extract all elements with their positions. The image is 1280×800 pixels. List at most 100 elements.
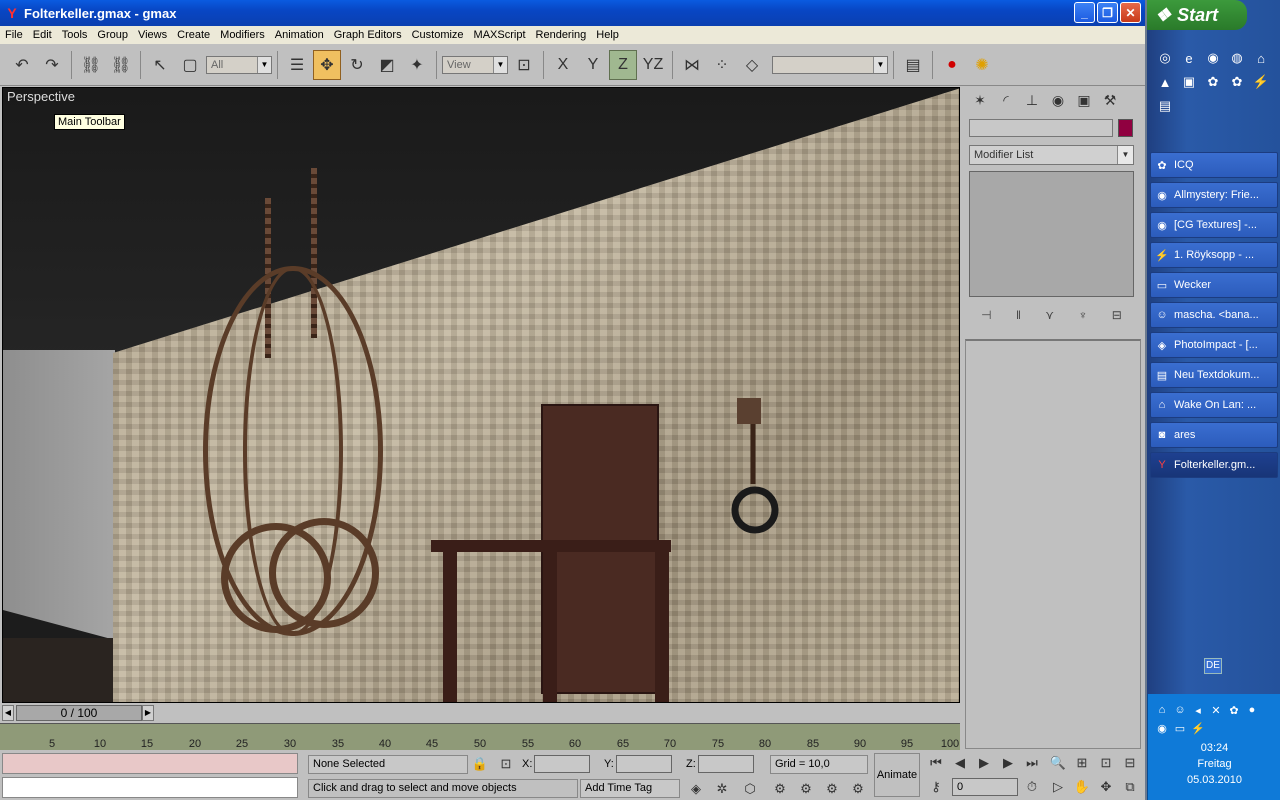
unlink-icon[interactable]: ⛓ [107,50,135,80]
time-prev-arrow-icon[interactable]: ◀ [2,705,14,721]
display-tab-icon[interactable]: ▣ [1073,89,1095,111]
play-icon[interactable]: ▶ [974,753,994,773]
minimize-button[interactable]: _ [1074,2,1095,23]
make-unique-icon[interactable]: ⋎ [1045,308,1054,322]
task-wecker[interactable]: ▭ Wecker [1150,272,1278,298]
y-coordinate-field[interactable] [616,755,672,773]
notepad-icon[interactable]: ▤ [1155,96,1175,116]
object-name-field[interactable] [969,119,1113,137]
select-object-icon[interactable]: ↖ [146,50,174,80]
key-icon[interactable]: ⚷ [926,777,946,797]
internet-explorer-icon[interactable]: e [1179,48,1199,68]
menu-rendering[interactable]: Rendering [531,29,592,41]
key-mode-icon[interactable]: ⚙ [822,779,842,799]
align-icon[interactable]: ◇ [738,50,766,80]
select-move-icon[interactable]: ✥ [313,49,341,80]
menu-tools[interactable]: Tools [57,29,93,41]
animate-button[interactable]: Animate [874,753,920,797]
task-winamp[interactable]: ⚡ 1. Röyksopp - ... [1150,242,1278,268]
thunderbird-icon[interactable]: ◍ [1227,48,1247,68]
winamp-icon[interactable]: ⚡ [1251,72,1271,92]
restrict-z-icon[interactable]: Z [609,49,637,80]
pan-icon[interactable]: ✋ [1072,777,1092,797]
selection-filter-dropdown[interactable]: All ▼ [206,55,272,74]
go-to-end-icon[interactable]: ⏭ [1022,753,1042,773]
manipulate-icon[interactable]: ✦ [403,50,431,80]
modifier-stack[interactable] [969,171,1134,297]
task-gmax[interactable]: Y Folterkeller.gm... [1150,452,1278,478]
next-frame-icon[interactable]: ▶ [998,753,1018,773]
start-button[interactable]: ❖ Start [1147,0,1247,30]
restrict-x-icon[interactable]: X [549,50,577,80]
modify-tab-icon[interactable]: ◜ [995,89,1017,111]
array-icon[interactable]: ⁘ [708,50,736,80]
display-icon[interactable]: ▭ [1172,720,1188,736]
messenger-icon[interactable]: ▣ [1179,72,1199,92]
track-bar[interactable]: 5 10 15 20 25 30 35 40 45 50 55 60 65 70… [0,723,960,750]
antivirus-icon[interactable]: ● [1244,702,1260,718]
task-cg-textures[interactable]: ◉ [CG Textures] -... [1150,212,1278,238]
zoom-icon[interactable]: 🔍 [1048,753,1068,773]
x-coordinate-field[interactable] [534,755,590,773]
menu-maxscript[interactable]: MAXScript [469,29,531,41]
browser-icon[interactable]: ◎ [1155,48,1175,68]
menu-views[interactable]: Views [133,29,172,41]
perspective-viewport[interactable]: Perspective Main Toolbar [2,87,960,703]
motion-tab-icon[interactable]: ◉ [1047,89,1069,111]
select-rotate-icon[interactable]: ↻ [343,50,371,80]
icq-icon[interactable]: ✿ [1226,702,1242,718]
task-wake-on-lan[interactable]: ⌂ Wake On Lan: ... [1150,392,1278,418]
task-messenger[interactable]: ☺ mascha. <bana... [1150,302,1278,328]
menu-modifiers[interactable]: Modifiers [215,29,270,41]
pivot-center-icon[interactable]: ⊡ [510,50,538,80]
region-select-icon[interactable]: ▢ [176,50,204,80]
named-selection-dropdown[interactable]: ▼ [772,55,888,74]
menu-create[interactable]: Create [172,29,215,41]
absolute-mode-icon[interactable]: ⊡ [496,754,516,774]
restrict-yz-icon[interactable]: YZ [639,50,667,80]
menu-help[interactable]: Help [591,29,624,41]
task-icq[interactable]: ✿ ICQ [1150,152,1278,178]
icq-icon[interactable]: ✿ [1203,72,1223,92]
network-icon[interactable]: ⌂ [1154,702,1170,718]
maxscript-listener-input[interactable] [2,777,298,798]
menu-file[interactable]: File [0,29,28,41]
mirror-icon[interactable]: ⋈ [678,50,706,80]
angle-snap-icon[interactable]: ✲ [712,779,732,799]
task-notepad[interactable]: ▤ Neu Textdokum... [1150,362,1278,388]
select-scale-icon[interactable]: ◩ [373,50,401,80]
add-time-tag[interactable]: Add Time Tag [580,779,680,798]
previous-frame-icon[interactable]: ◀ [950,753,970,773]
snap-icon[interactable]: ◈ [686,779,706,799]
close-button[interactable]: ✕ [1120,2,1141,23]
z-coordinate-field[interactable] [698,755,754,773]
network-off-icon[interactable]: ✕ [1208,702,1224,718]
restore-button[interactable]: ❐ [1097,2,1118,23]
restrict-y-icon[interactable]: Y [579,50,607,80]
arc-rotate-icon[interactable]: ✥ [1096,777,1116,797]
zoom-extents-icon[interactable]: ⊡ [1096,753,1116,773]
time-slider[interactable]: 0 / 100 [16,705,142,721]
percent-snap-icon[interactable]: ⬡ [740,779,760,799]
menu-customize[interactable]: Customize [407,29,469,41]
menu-animation[interactable]: Animation [270,29,329,41]
volume-icon[interactable]: ◂ [1190,702,1206,718]
winamp-icon[interactable]: ⚡ [1190,720,1206,736]
zoom-all-icon[interactable]: ⊞ [1072,753,1092,773]
link-icon[interactable]: ⛓ [77,50,105,80]
update-icon[interactable]: ◉ [1154,720,1170,736]
task-photoimpact[interactable]: ◈ PhotoImpact - [... [1150,332,1278,358]
task-allmystery[interactable]: ◉ Allmystery: Frie... [1150,182,1278,208]
remove-modifier-icon[interactable]: ♆ [1078,308,1087,322]
firefox-icon[interactable]: ◉ [1203,48,1223,68]
icq-icon[interactable]: ✿ [1227,72,1247,92]
keyframe-icon[interactable]: ⚙ [796,779,816,799]
material-editor-icon[interactable]: ● [938,50,966,80]
hierarchy-tab-icon[interactable]: ⊥ [1021,89,1043,111]
reference-coordinate-dropdown[interactable]: View ▼ [442,55,508,74]
redo-icon[interactable]: ↷ [38,50,66,80]
language-indicator[interactable]: DE [1204,658,1222,674]
go-to-start-icon[interactable]: ⏮ [926,753,946,773]
render-icon[interactable]: ✺ [968,50,996,80]
time-next-arrow-icon[interactable]: ▶ [142,705,154,721]
